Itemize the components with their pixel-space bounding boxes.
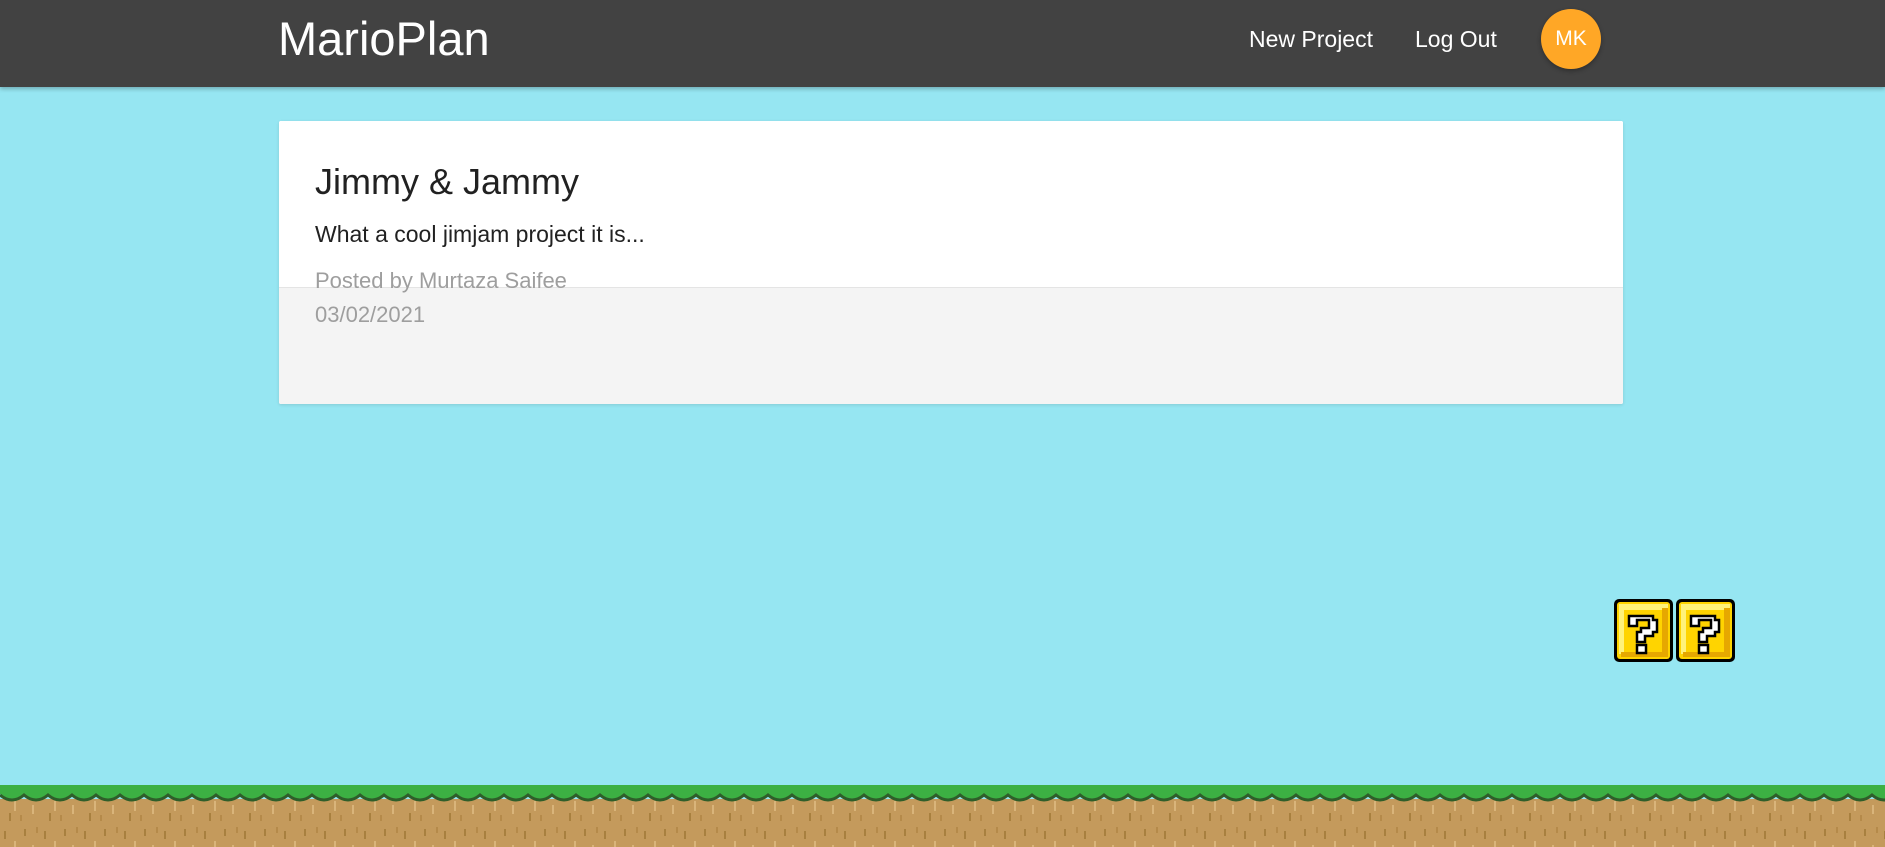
question-block-icon [1676,599,1735,662]
navbar: MarioPlan New Project Log Out MK [0,0,1885,87]
project-details-card: Jimmy & Jammy What a cool jimjam project… [279,121,1623,404]
project-content: What a cool jimjam project it is... [315,221,645,247]
project-title: Jimmy & Jammy [315,161,579,202]
card-content: Jimmy & Jammy What a cool jimjam project… [279,121,1623,287]
question-block-icon [1614,599,1735,662]
brand-logo[interactable]: MarioPlan [278,14,490,64]
grass-ground [0,785,1885,847]
new-project-link[interactable]: New Project [1249,25,1373,53]
card-footer [279,287,1623,404]
question-blocks [1613,598,1737,664]
project-author: Posted by Murtaza Saifee [315,268,567,293]
user-avatar[interactable]: MK [1541,9,1601,69]
project-date: 03/02/2021 [315,302,426,327]
log-out-link[interactable]: Log Out [1415,25,1497,53]
question-block-icon [1614,599,1673,662]
